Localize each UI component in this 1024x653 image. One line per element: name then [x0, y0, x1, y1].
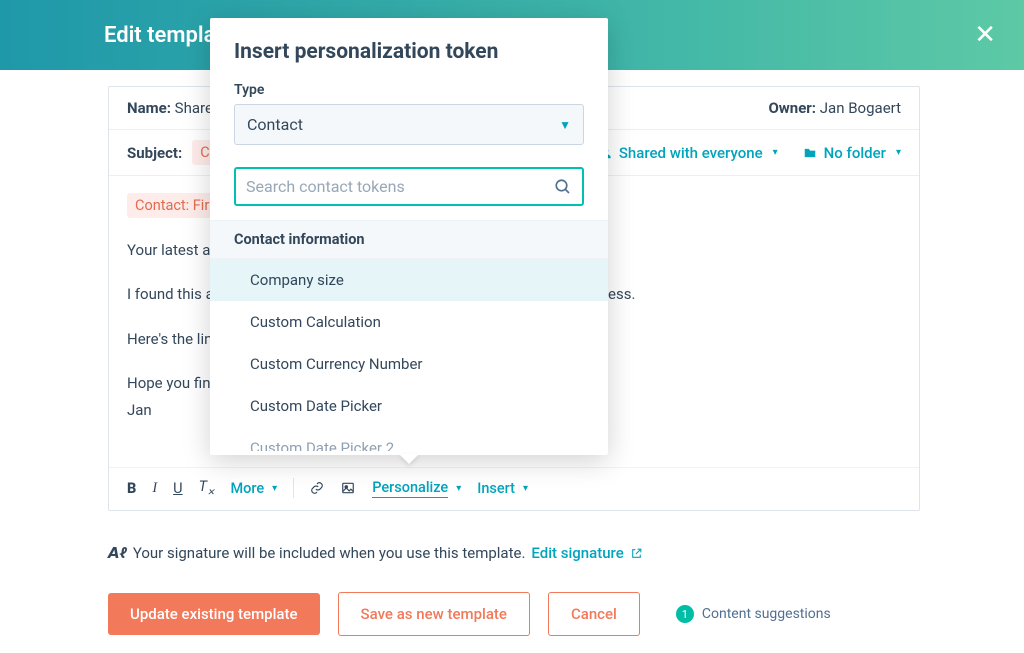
close-icon[interactable]: ✕ [974, 20, 996, 50]
personalize-dropdown[interactable]: Personalize▾ [372, 479, 461, 498]
folder-dropdown[interactable]: No folder ▾ [802, 144, 901, 162]
token-option[interactable]: Custom Calculation [210, 301, 608, 343]
search-icon [554, 178, 572, 196]
cancel-button[interactable]: Cancel [548, 592, 640, 636]
more-dropdown[interactable]: More▾ [231, 480, 278, 497]
type-label: Type [234, 82, 584, 98]
insert-dropdown[interactable]: Insert▾ [477, 480, 528, 497]
name-label: Name: [127, 99, 171, 117]
chevron-down-icon: ▾ [773, 147, 778, 158]
type-select[interactable]: Contact ▼ [234, 104, 584, 145]
image-icon[interactable] [340, 481, 356, 495]
name-value: Share [175, 99, 213, 117]
search-input[interactable] [246, 177, 554, 196]
personalization-token-popover: Insert personalization token Type Contac… [210, 18, 608, 455]
owner-label: Owner: [768, 99, 816, 117]
signature-note: 𝘼ℓ Your signature will be included when … [108, 544, 643, 562]
token-option[interactable]: Company size [210, 259, 608, 301]
toolbar-separator [293, 478, 294, 498]
token-option[interactable]: Custom Date Picker 2 [210, 427, 608, 451]
edit-signature-link[interactable]: Edit signature [531, 544, 642, 562]
folder-icon [802, 146, 818, 160]
suggestion-count-badge: 1 [676, 605, 694, 623]
chevron-down-icon: ▼ [559, 118, 571, 132]
editor-toolbar: B I U T✕ More▾ Personalize▾ Insert▾ [109, 467, 919, 510]
italic-button[interactable]: I [152, 480, 157, 497]
save-as-new-button[interactable]: Save as new template [338, 592, 530, 636]
content-suggestions[interactable]: 1 Content suggestions [676, 605, 831, 623]
shared-with-dropdown[interactable]: Shared with everyone ▾ [599, 144, 778, 162]
link-icon[interactable] [310, 480, 324, 496]
footer-actions: Update existing template Save as new tem… [108, 592, 831, 636]
subject-label: Subject: [127, 144, 182, 162]
external-link-icon [630, 547, 643, 560]
token-option[interactable]: Custom Currency Number [210, 343, 608, 385]
signature-icon: 𝘼ℓ [108, 544, 127, 562]
update-template-button[interactable]: Update existing template [108, 593, 320, 635]
token-option[interactable]: Custom Date Picker [210, 385, 608, 427]
bold-button[interactable]: B [127, 480, 136, 497]
popover-caret-icon [399, 454, 419, 464]
popover-title: Insert personalization token [234, 40, 584, 64]
clear-format-button[interactable]: T✕ [199, 478, 215, 498]
modal-title: Edit templa [104, 23, 215, 48]
underline-button[interactable]: U [173, 480, 182, 497]
token-section-header: Contact information [210, 220, 608, 259]
owner-value: Jan Bogaert [820, 99, 901, 117]
chevron-down-icon: ▾ [896, 147, 901, 158]
token-search[interactable] [234, 167, 584, 206]
